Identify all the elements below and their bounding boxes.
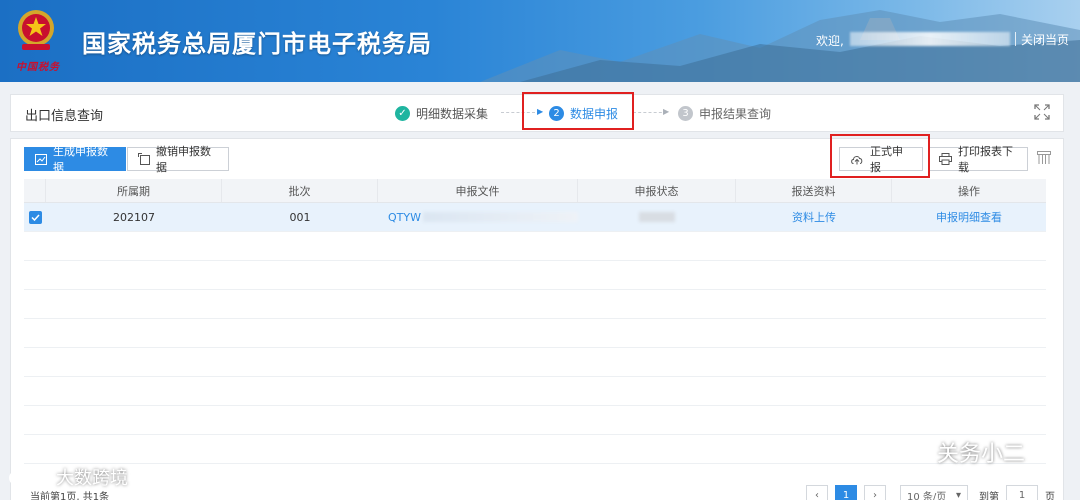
page-size-select[interactable]: 10 条/页 ▾ [900,485,968,500]
watermark-text: 关务小二 [937,442,1026,467]
arrow-right-icon: ▶ [663,107,670,116]
masked-username [850,32,1010,46]
step-result-query[interactable]: 3 申报结果查询 [678,105,771,122]
empty-row [24,377,1046,406]
column-header: 操作 [958,184,980,198]
highlight-box [522,92,634,130]
empty-row [24,348,1046,377]
column-header: 所属期 [46,179,222,202]
undo-icon [138,153,150,165]
empty-row [24,261,1046,290]
step-number: 3 [678,106,693,121]
printer-icon [939,153,952,165]
column-header: 申报状态 [578,179,736,202]
step-label: 明细数据采集 [416,107,489,121]
step-connector [633,112,667,113]
column-header: 报送资料 [736,179,892,202]
watermark-left: 大数跨境 [8,464,128,490]
chevron-right-icon: › [873,489,877,500]
site-title: 国家税务总局厦门市电子税务局 [82,30,432,58]
button-label: 生成申报数据 [53,145,108,174]
empty-row [24,232,1046,261]
page-suffix: 页 [1045,492,1055,500]
highlight-box [830,134,930,178]
empty-row [24,319,1046,348]
brand-subtitle: 中国税务 [16,62,60,73]
page-title: 出口信息查询 [25,109,104,124]
page-number-button[interactable]: 1 [835,485,857,500]
check-icon: ✓ [395,106,410,121]
generate-declaration-button[interactable]: 生成申报数据 [24,145,126,174]
file-cell[interactable]: QTYW [378,203,578,231]
fullscreen-icon[interactable] [1034,104,1050,120]
site-header: 中国税务 国家税务总局厦门市电子税务局 欢迎, 关闭当页 [0,0,1080,82]
table-row[interactable]: 202107 001 QTYW 资料上传 申报明细查看 [24,203,1046,232]
button-label: 打印报表下载 [958,145,1013,174]
chart-icon [35,153,47,165]
header-divider [1015,32,1016,46]
masked-file-name [422,212,578,222]
action-cell: 申报明细查看 [892,203,1046,231]
select-column-header [24,179,46,202]
column-settings-icon[interactable] [1037,151,1051,165]
goto-page-input[interactable]: 1 [1006,485,1038,500]
step-detail-collection[interactable]: ✓ 明细数据采集 [395,105,488,122]
button-label: 撤销申报数据 [156,145,211,174]
brand-logo-icon [9,468,48,485]
step-label: 申报结果查询 [699,107,772,121]
period-cell: 202107 [113,210,155,224]
chevron-left-icon: ‹ [815,489,819,500]
empty-row [24,290,1046,319]
chevron-down-icon: ▾ [955,489,961,500]
empty-row [24,406,1046,435]
watermark-right: 关务小二 [903,436,1025,468]
cancel-declaration-button[interactable]: 撤销申报数据 [127,145,229,174]
batch-cell: 001 [289,210,311,224]
print-report-button[interactable]: 打印报表下载 [928,145,1028,174]
welcome-text: 欢迎, [816,34,844,48]
prev-page-button[interactable]: ‹ [806,485,828,500]
next-page-button[interactable]: › [864,485,886,500]
upload-cell: 资料上传 [736,203,892,231]
declaration-table: 所属期 批次 申报文件 申报状态 报送资料 操作 202107 001 QTYW [24,179,1046,464]
empty-row [24,435,1046,464]
check-icon [28,210,42,224]
watermark-text: 大数跨境 [56,468,128,489]
column-header: 批次 [222,179,378,202]
view-details-link[interactable]: 申报明细查看 [936,209,1002,225]
file-name-prefix: QTYW [388,210,421,224]
column-header: 申报文件 [378,179,578,202]
status-cell [578,203,736,231]
page-size-value: 10 条/页 [907,491,947,500]
upload-materials-link[interactable]: 资料上传 [792,209,836,225]
goto-label: 到第 [979,492,999,500]
masked-status [639,212,675,222]
wechat-icon [903,440,932,463]
close-page-link[interactable]: 关闭当页 [1021,31,1069,48]
row-checkbox[interactable] [24,203,46,231]
table-header: 所属期 批次 申报文件 申报状态 报送资料 操作 [24,179,1046,203]
tax-emblem-icon [18,10,54,50]
